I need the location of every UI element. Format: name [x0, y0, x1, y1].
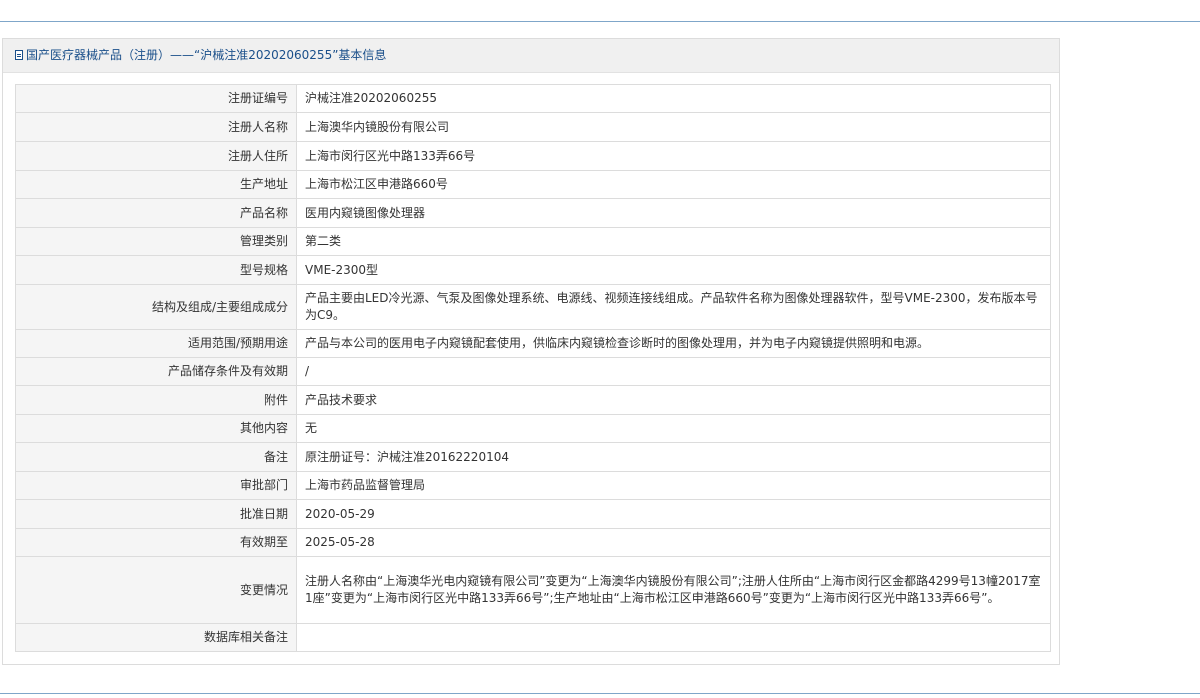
row-label: 其他内容 — [15, 414, 297, 443]
row-label: 备注 — [15, 442, 297, 472]
row-label: 注册人名称 — [15, 112, 297, 142]
product-info-panel: 国产医疗器械产品（注册）——“沪械注准20202060255”基本信息 注册证编… — [2, 38, 1060, 665]
table-row: 备注 原注册证号：沪械注准20162220104 — [15, 442, 1051, 472]
document-icon — [15, 50, 23, 60]
table-row: 数据库相关备注 — [15, 623, 1051, 652]
table-row: 批准日期 2020-05-29 — [15, 499, 1051, 529]
table-row: 产品名称 医用内窥镜图像处理器 — [15, 198, 1051, 228]
row-value: 注册人名称由“上海澳华光电内窥镜有限公司”变更为“上海澳华内镜股份有限公司”;注… — [296, 556, 1051, 624]
row-label: 批准日期 — [15, 499, 297, 529]
table-row: 结构及组成/主要组成成分 产品主要由LED冷光源、气泵及图像处理系统、电源线、视… — [15, 284, 1051, 330]
table-row: 管理类别 第二类 — [15, 227, 1051, 256]
row-label: 产品储存条件及有效期 — [15, 357, 297, 386]
top-divider — [0, 21, 1200, 22]
row-label: 产品名称 — [15, 198, 297, 228]
row-label: 生产地址 — [15, 170, 297, 199]
row-label: 注册证编号 — [15, 84, 297, 113]
row-value: 原注册证号：沪械注准20162220104 — [296, 442, 1051, 472]
table-row: 注册人住所 上海市闵行区光中路133弄66号 — [15, 141, 1051, 171]
row-value — [296, 623, 1051, 652]
table-row: 其他内容 无 — [15, 414, 1051, 443]
row-label: 变更情况 — [15, 556, 297, 624]
row-value: 2020-05-29 — [296, 499, 1051, 529]
bottom-divider — [0, 693, 1200, 694]
table-row: 变更情况 注册人名称由“上海澳华光电内窥镜有限公司”变更为“上海澳华内镜股份有限… — [15, 556, 1051, 624]
table-row: 审批部门 上海市药品监督管理局 — [15, 471, 1051, 500]
table-row: 适用范围/预期用途 产品与本公司的医用电子内窥镜配套使用，供临床内窥镜检查诊断时… — [15, 329, 1051, 358]
row-value: 第二类 — [296, 227, 1051, 256]
row-value: 上海市松江区申港路660号 — [296, 170, 1051, 199]
row-value: 上海市药品监督管理局 — [296, 471, 1051, 500]
table-row: 注册证编号 沪械注准20202060255 — [15, 84, 1051, 113]
table-row: 有效期至 2025-05-28 — [15, 528, 1051, 557]
row-value: / — [296, 357, 1051, 386]
row-value: 2025-05-28 — [296, 528, 1051, 557]
row-value: 无 — [296, 414, 1051, 443]
row-label: 管理类别 — [15, 227, 297, 256]
row-label: 适用范围/预期用途 — [15, 329, 297, 358]
table-row: 附件 产品技术要求 — [15, 385, 1051, 415]
table-row: 注册人名称 上海澳华内镜股份有限公司 — [15, 112, 1051, 142]
page-title: 国产医疗器械产品（注册）——“沪械注准20202060255”基本信息 — [26, 48, 387, 62]
row-value: 产品主要由LED冷光源、气泵及图像处理系统、电源线、视频连接线组成。产品软件名称… — [296, 284, 1051, 330]
panel-header: 国产医疗器械产品（注册）——“沪械注准20202060255”基本信息 — [3, 39, 1059, 73]
row-label: 审批部门 — [15, 471, 297, 500]
table-row: 生产地址 上海市松江区申港路660号 — [15, 170, 1051, 199]
table-row: 产品储存条件及有效期 / — [15, 357, 1051, 386]
table-row: 型号规格 VME-2300型 — [15, 255, 1051, 285]
row-value: 上海市闵行区光中路133弄66号 — [296, 141, 1051, 171]
row-label: 型号规格 — [15, 255, 297, 285]
row-label: 附件 — [15, 385, 297, 415]
row-value: 医用内窥镜图像处理器 — [296, 198, 1051, 228]
row-value: 产品与本公司的医用电子内窥镜配套使用，供临床内窥镜检查诊断时的图像处理用，并为电… — [296, 329, 1051, 358]
row-label: 数据库相关备注 — [15, 623, 297, 652]
row-label: 注册人住所 — [15, 141, 297, 171]
row-value: 上海澳华内镜股份有限公司 — [296, 112, 1051, 142]
row-value: VME-2300型 — [296, 255, 1051, 285]
row-value: 沪械注准20202060255 — [296, 84, 1051, 113]
info-table: 注册证编号 沪械注准20202060255 注册人名称 上海澳华内镜股份有限公司… — [15, 84, 1051, 652]
row-value: 产品技术要求 — [296, 385, 1051, 415]
row-label: 有效期至 — [15, 528, 297, 557]
row-label: 结构及组成/主要组成成分 — [15, 284, 297, 330]
